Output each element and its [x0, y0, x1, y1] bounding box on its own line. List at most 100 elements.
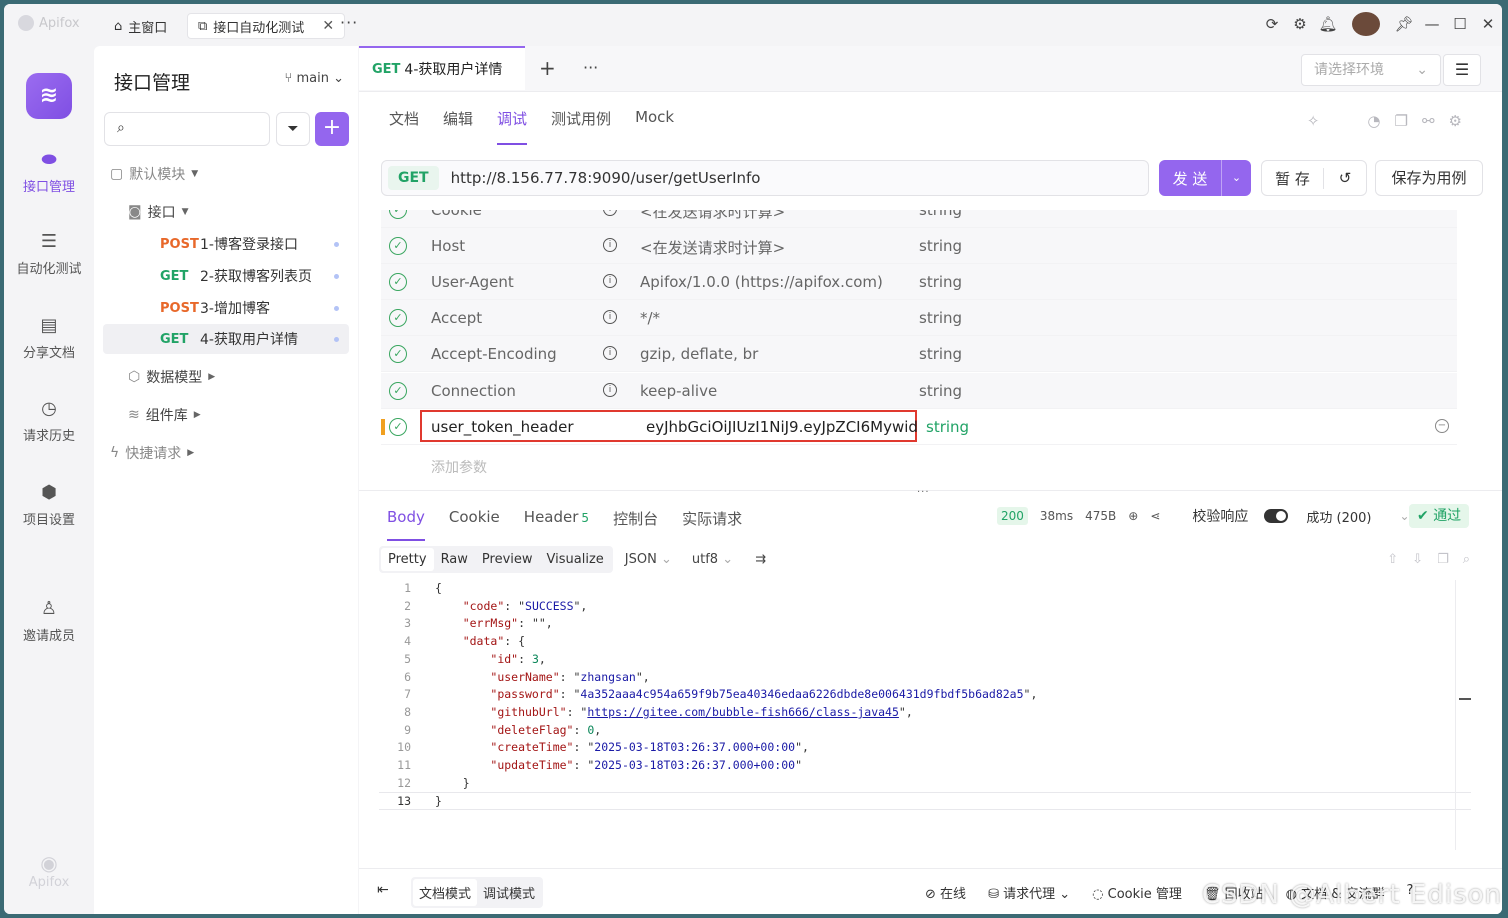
add-tab-button[interactable]: + [539, 56, 556, 80]
tree-interfaces-folder[interactable]: ◙ 接口 ▼ [128, 202, 189, 222]
search-icon[interactable]: ⌕ [1463, 552, 1470, 567]
url-bar[interactable]: GET http://8.156.77.78:9090/user/getUser… [381, 160, 1149, 196]
header-key-input[interactable]: user_token_header [431, 418, 574, 436]
magic-wand-icon[interactable]: ✧ [1307, 112, 1320, 130]
tab-debug[interactable]: 调试 [497, 108, 528, 145]
close-window-icon[interactable]: ✕ [1474, 15, 1502, 33]
rail-item-automation[interactable]: ☰ 自动化测试 [4, 232, 94, 278]
rail-item-invite[interactable]: ♙ 邀请成员 [4, 599, 94, 645]
more-tabs-button[interactable]: ··· [340, 13, 358, 32]
chevron-down-icon[interactable]: ⌄ [1221, 160, 1251, 196]
tab-mock[interactable]: Mock [635, 108, 674, 141]
rail-item-share-docs[interactable]: ▤ 分享文档 [4, 316, 94, 362]
checkbox-checked-icon[interactable]: ✓ [389, 418, 407, 436]
rail-item-settings[interactable]: ⬢ 项目设置 [4, 483, 94, 529]
checkbox-checked-icon[interactable]: ✓ [389, 273, 407, 291]
header-value-input[interactable]: eyJhbGciOiJIUzI1NiJ9.eyJpZCI6Mywid [646, 418, 918, 436]
validate-toggle[interactable] [1264, 509, 1289, 523]
undo-icon[interactable]: ↺ [1324, 169, 1366, 187]
encoding-select[interactable]: utf8 ⌄ [692, 552, 733, 567]
tab-cookie[interactable]: Cookie [449, 508, 500, 539]
checkbox-checked-icon[interactable]: ✓ [389, 210, 407, 219]
tree-components[interactable]: ≋ 组件库 ▶ [128, 405, 201, 425]
settings-icon[interactable]: ⚙ [1449, 112, 1462, 130]
wrap-icon[interactable]: ⇉ [755, 552, 766, 567]
tree-api-item[interactable]: POST 3-增加博客 [103, 293, 349, 323]
tab-test-cases[interactable]: 测试用例 [551, 108, 611, 141]
send-button[interactable]: 发 送 ⌄ [1159, 160, 1251, 196]
share-flow-icon[interactable]: ⚯ [1422, 112, 1435, 130]
rail-item-api-management[interactable]: ⬬ 接口管理 [4, 150, 94, 196]
tab-main-window[interactable]: ⌂ 主窗口 [104, 13, 177, 39]
result-select[interactable]: 成功 (200) [1306, 507, 1371, 526]
close-icon[interactable]: ✕ [322, 18, 334, 34]
checkbox-checked-icon[interactable]: ✓ [389, 382, 407, 400]
url-input[interactable]: http://8.156.77.78:9090/user/getUserInfo [451, 169, 761, 187]
remove-icon[interactable]: − [1435, 419, 1449, 433]
format-visualize[interactable]: Visualize [540, 548, 611, 571]
format-preview[interactable]: Preview [475, 548, 540, 571]
refresh-icon[interactable]: ⟳ [1258, 15, 1286, 33]
tree-api-item[interactable]: GET 2-获取博客列表页 [103, 261, 349, 291]
tree-api-item-selected[interactable]: GET 4-获取用户详情 [103, 324, 349, 354]
filter-button[interactable]: ⏷ [276, 112, 310, 146]
environment-select[interactable]: 请选择环境 ⌄ [1301, 54, 1441, 86]
drag-handle[interactable] [381, 419, 385, 435]
bell-icon[interactable]: 🔔︎ [1314, 15, 1342, 33]
response-body-editor[interactable]: 1{ 2 "code": "SUCCESS", 3 "errMsg": "", … [379, 580, 1471, 850]
doc-mode-button[interactable]: 文档模式 [413, 879, 478, 906]
tab-body[interactable]: Body [387, 508, 425, 541]
avatar[interactable] [1352, 12, 1380, 36]
request-tab[interactable]: GET 4-获取用户详情 [359, 46, 525, 90]
download-icon[interactable]: ⇩ [1412, 552, 1423, 567]
checkbox-checked-icon[interactable]: ✓ [389, 309, 407, 327]
request-proxy[interactable]: ⛁ 请求代理 ⌄ [988, 883, 1070, 902]
more-icon[interactable]: ··· [583, 58, 598, 77]
debug-mode-button[interactable]: 调试模式 [477, 879, 541, 906]
checkbox-checked-icon[interactable]: ✓ [389, 345, 407, 363]
tab-console[interactable]: 控制台 [613, 508, 658, 539]
tab-header[interactable]: Header 5 [524, 508, 589, 539]
cookie-management[interactable]: ◌ Cookie 管理 [1092, 883, 1182, 902]
json-github-url[interactable]: https://gitee.com/bubble-fish666/class-j… [587, 705, 899, 719]
maximize-icon[interactable]: ☐ [1446, 15, 1474, 33]
format-pretty[interactable]: Pretty [381, 548, 434, 571]
upload-icon[interactable]: ⇧ [1387, 552, 1398, 567]
globe-icon[interactable]: ⊕ [1128, 509, 1138, 523]
copy-icon[interactable]: ❐ [1437, 552, 1449, 567]
save-as-case-button[interactable]: 保存为用例 [1375, 160, 1483, 196]
add-button[interactable]: + [315, 112, 349, 146]
project-logo-icon[interactable]: ≋ [26, 73, 72, 119]
scroll-thumb[interactable] [1459, 698, 1471, 700]
tree-default-module[interactable]: ▢ 默认模块 ▼ [110, 164, 198, 184]
collapse-sidebar-icon[interactable]: ⇤ [377, 882, 389, 898]
tree-api-item[interactable]: POST 1-博客登录接口 [103, 229, 349, 259]
stash-button[interactable]: 暂 存 ↺ [1261, 160, 1367, 196]
menu-button[interactable]: ☰ [1443, 54, 1481, 86]
tab-edit[interactable]: 编辑 [443, 108, 473, 141]
tab-docs[interactable]: 文档 [389, 108, 419, 141]
method-selector[interactable]: GET [388, 166, 439, 190]
search-input[interactable]: ⌕ [104, 112, 270, 146]
tree-data-models[interactable]: ⬡ 数据模型 ▶ [128, 367, 215, 387]
share-icon[interactable]: ⋖ [1150, 509, 1160, 523]
pin-icon[interactable]: 📌︎ [1390, 15, 1418, 33]
tree-quick-request[interactable]: ϟ 快捷请求 ▶ [110, 443, 194, 463]
minimize-icon[interactable]: — [1418, 15, 1446, 33]
panel-splitter[interactable]: ··· [359, 487, 1502, 498]
gear-icon[interactable]: ⚙ [1286, 15, 1314, 33]
editor-scrollbar[interactable] [1455, 580, 1471, 850]
tab-actual-request[interactable]: 实际请求 [682, 508, 742, 539]
format-type-select[interactable]: JSON ⌄ [625, 552, 672, 567]
rail-item-history[interactable]: ◷ 请求历史 [4, 399, 94, 445]
drag-grip-icon[interactable]: ··· [917, 487, 930, 498]
header-type[interactable]: string [926, 418, 969, 436]
add-param-input[interactable]: 添加参数 [431, 457, 487, 477]
branch-selector[interactable]: ⑂ main ⌄ [285, 71, 344, 86]
checkbox-checked-icon[interactable]: ✓ [389, 237, 407, 255]
format-raw[interactable]: Raw [434, 548, 475, 571]
tab-api-automation[interactable]: ⧉ 接口自动化测试 ✕ [187, 13, 346, 39]
online-status[interactable]: ⊘ 在线 [925, 883, 966, 902]
pie-icon[interactable]: ◔ [1367, 112, 1380, 130]
copy-icon[interactable]: ❐ [1395, 112, 1408, 130]
